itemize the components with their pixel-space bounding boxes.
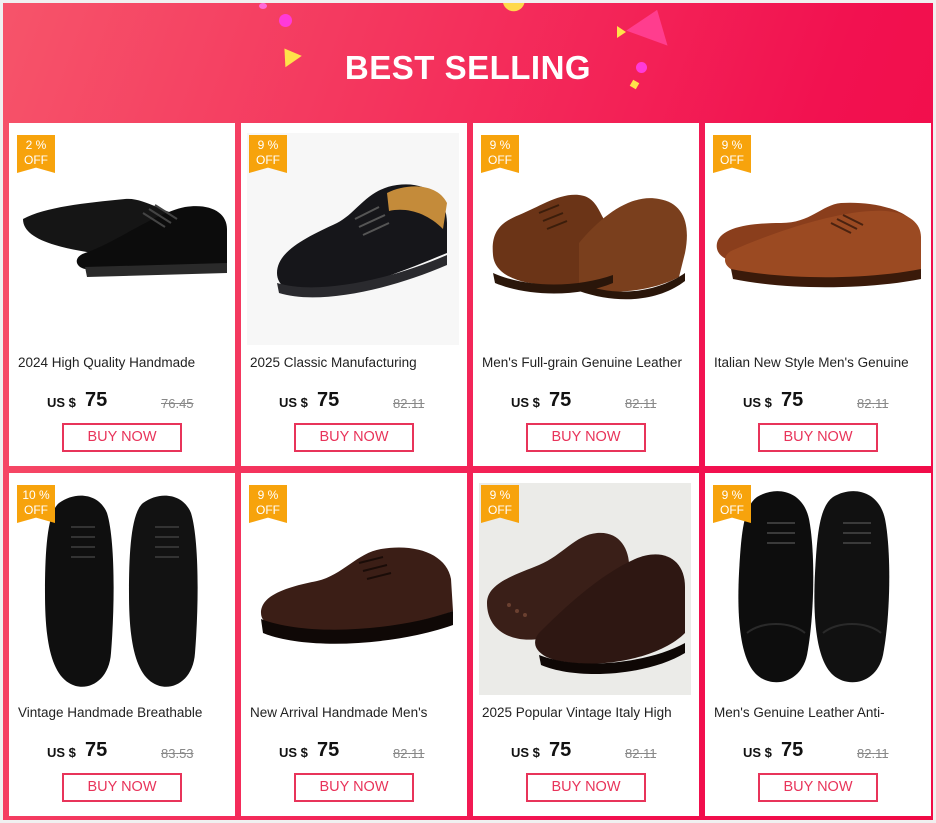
sale-price: 75 [549, 739, 572, 761]
sale-price: 75 [549, 389, 572, 411]
buy-now-button[interactable]: BUY NOW [758, 773, 878, 802]
price-row: US $ 75 82.11 [743, 739, 923, 765]
product-name[interactable]: 2025 Classic Manufacturing [250, 355, 461, 370]
currency-label: US $ [47, 395, 76, 410]
price-row: US $ 75 82.11 [511, 739, 691, 765]
discount-badge: 9 % OFF [713, 135, 751, 173]
original-price: 82.11 [625, 396, 657, 411]
buy-now-button[interactable]: BUY NOW [294, 423, 414, 452]
original-price: 82.11 [625, 746, 657, 761]
sale-price: 75 [85, 389, 108, 411]
product-card[interactable]: 10 % OFF Vintage Handmade Breathable US $… [9, 473, 235, 816]
original-price: 76.45 [161, 396, 194, 411]
confetti-blob [499, 3, 525, 15]
price-row: US $ 75 82.11 [511, 389, 691, 415]
discount-badge: 9 % OFF [249, 135, 287, 173]
section-title: BEST SELLING [344, 49, 592, 86]
original-price: 82.11 [857, 396, 889, 411]
currency-label: US $ [511, 395, 540, 410]
best-selling-banner: BEST SELLING 2 % OFF 2024 High Quality Ha… [0, 0, 936, 823]
original-price: 82.11 [393, 396, 425, 411]
buy-now-button[interactable]: BUY NOW [526, 773, 646, 802]
original-price: 83.53 [161, 746, 194, 761]
confetti-dot [259, 3, 267, 9]
currency-label: US $ [279, 395, 308, 410]
discount-badge: 9 % OFF [713, 485, 751, 523]
product-card[interactable]: 9 % OFF Men's Genuine Leather Anti- US $ … [705, 473, 931, 816]
product-name[interactable]: Men's Full-grain Genuine Leather [482, 355, 693, 370]
currency-label: US $ [743, 395, 772, 410]
product-name[interactable]: Italian New Style Men's Genuine [714, 355, 925, 370]
price-row: US $ 75 76.45 [47, 389, 227, 415]
sale-price: 75 [85, 739, 108, 761]
currency-label: US $ [47, 745, 76, 760]
product-name[interactable]: Vintage Handmade Breathable [18, 705, 229, 720]
product-name[interactable]: 2025 Popular Vintage Italy High [482, 705, 693, 720]
product-card[interactable]: 9 % OFF Men's Full-grain Genuine Leather … [473, 123, 699, 466]
price-row: US $ 75 82.11 [279, 739, 459, 765]
sale-price: 75 [317, 389, 340, 411]
product-card[interactable]: 9 % OFF Italian New Style Men's Genuine U… [705, 123, 931, 466]
product-card[interactable]: 2 % OFF 2024 High Quality Handmade US $ 7… [9, 123, 235, 466]
currency-label: US $ [511, 745, 540, 760]
confetti-dot [279, 14, 292, 27]
price-row: US $ 75 82.11 [743, 389, 923, 415]
discount-badge: 2 % OFF [17, 135, 55, 173]
sale-price: 75 [781, 739, 804, 761]
buy-now-button[interactable]: BUY NOW [62, 423, 182, 452]
product-card[interactable]: 9 % OFF New Arrival Handmade Men's US $ 7… [241, 473, 467, 816]
discount-badge: 9 % OFF [249, 485, 287, 523]
product-name[interactable]: New Arrival Handmade Men's [250, 705, 461, 720]
buy-now-button[interactable]: BUY NOW [62, 773, 182, 802]
price-row: US $ 75 83.53 [47, 739, 227, 765]
buy-now-button[interactable]: BUY NOW [758, 423, 878, 452]
product-name[interactable]: Men's Genuine Leather Anti- [714, 705, 925, 720]
sale-price: 75 [781, 389, 804, 411]
discount-badge: 9 % OFF [481, 485, 519, 523]
currency-label: US $ [743, 745, 772, 760]
price-row: US $ 75 82.11 [279, 389, 459, 415]
product-name[interactable]: 2024 High Quality Handmade [18, 355, 229, 370]
currency-label: US $ [279, 745, 308, 760]
sale-price: 75 [317, 739, 340, 761]
buy-now-button[interactable]: BUY NOW [526, 423, 646, 452]
product-card[interactable]: 9 % OFF 2025 Classic Manufacturing US $ 7… [241, 123, 467, 466]
original-price: 82.11 [393, 746, 425, 761]
buy-now-button[interactable]: BUY NOW [294, 773, 414, 802]
discount-badge: 10 % OFF [17, 485, 55, 523]
confetti-triangle [617, 26, 626, 38]
confetti-triangle [626, 3, 678, 46]
product-card[interactable]: 9 % OFF 2025 Popular Vintage Italy High U… [473, 473, 699, 816]
discount-badge: 9 % OFF [481, 135, 519, 173]
original-price: 82.11 [857, 746, 889, 761]
